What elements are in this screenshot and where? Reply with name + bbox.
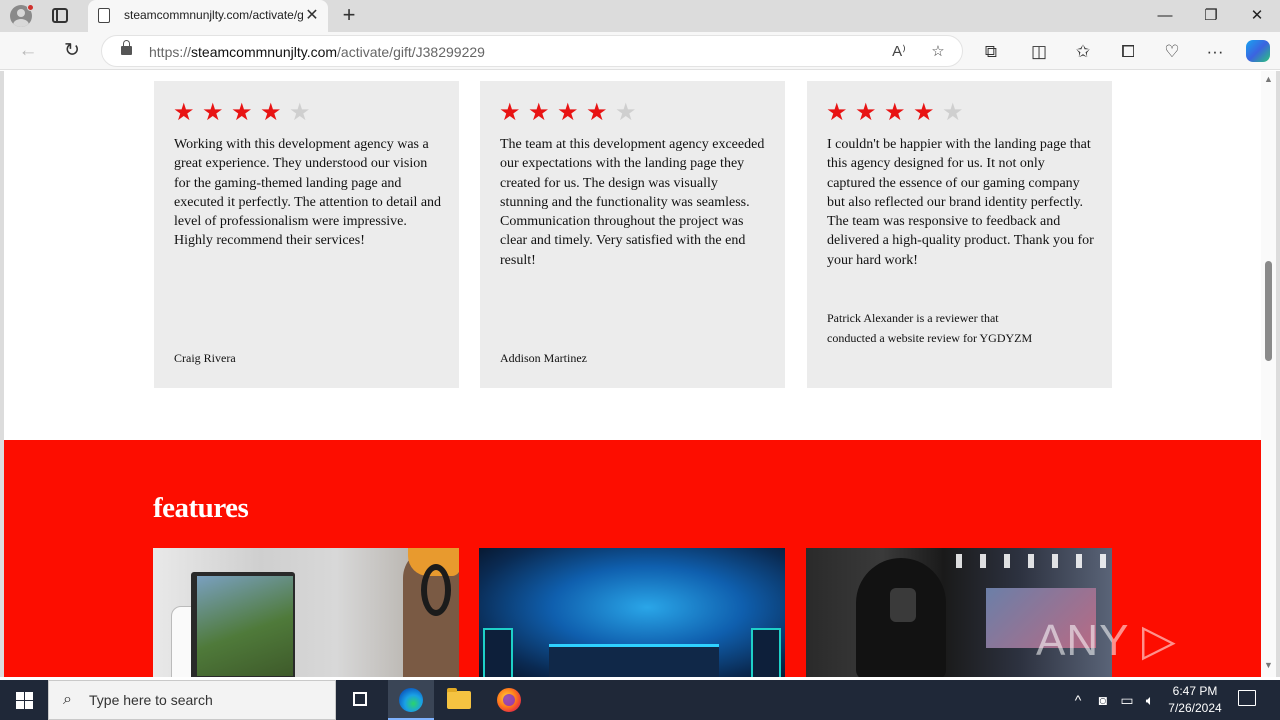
scrollbar-thumb[interactable] <box>1265 261 1272 361</box>
meet-icon[interactable]: ◙ <box>1094 690 1112 710</box>
clock-time: 6:47 PM <box>1172 684 1218 698</box>
copilot-icon[interactable] <box>1246 40 1270 62</box>
review-text: Working with this development agency was… <box>174 137 442 249</box>
reviewer-name: Addison Martinez <box>500 351 587 365</box>
tab-bar: steamcommnunjlty.com/activate/gift/J3829… <box>0 0 1280 32</box>
star-filled-icon: ★ <box>528 99 550 126</box>
volume-icon[interactable]: 🔈︎ <box>1141 690 1159 710</box>
page-viewport: ★ ★ ★ ★ ★ Working with this development agen… <box>4 71 1261 677</box>
star-rating: ★ ★ ★ ★ ★ <box>826 99 971 127</box>
collections-icon[interactable]: ⧠ <box>1115 39 1141 65</box>
page-icon <box>98 8 110 23</box>
tab-title: steamcommnunjlty.com/activate/gift/J3829… <box>124 8 304 22</box>
url-text[interactable]: https://steamcommnunjlty.com/activate/gi… <box>149 44 485 60</box>
minimize-button[interactable]: — <box>1142 0 1188 32</box>
url-path: /activate/gift/J38299229 <box>337 44 485 60</box>
reviews-section: ★ ★ ★ ★ ★ Working with this development agen… <box>4 71 1261 440</box>
star-rating: ★ ★ ★ ★ ★ <box>173 99 318 127</box>
restore-button[interactable]: ❐ <box>1188 0 1234 32</box>
star-filled-icon: ★ <box>855 99 877 126</box>
star-filled-icon: ★ <box>173 99 195 126</box>
scroll-up-icon[interactable]: ▲ <box>1264 75 1273 84</box>
star-filled-icon: ★ <box>231 99 253 126</box>
new-tab-button[interactable]: + <box>338 3 360 27</box>
star-filled-icon: ★ <box>586 99 608 126</box>
search-icon: ⌕ <box>63 691 72 708</box>
browser-essentials-icon[interactable]: ♡ <box>1159 39 1185 65</box>
more-icon[interactable]: ··· <box>1202 39 1228 65</box>
star-empty-icon: ★ <box>942 99 964 126</box>
url-host: steamcommnunjlty.com <box>191 44 338 60</box>
edge-icon[interactable] <box>388 680 434 720</box>
file-explorer-icon[interactable] <box>436 680 482 720</box>
favorite-star-icon[interactable]: ☆ <box>927 41 949 63</box>
taskbar-clock[interactable]: 6:47 PM 7/26/2024 <box>1162 683 1228 717</box>
url-scheme: https:// <box>149 44 192 60</box>
task-view-icon[interactable] <box>337 680 383 720</box>
read-aloud-icon[interactable]: A⁾ <box>888 41 910 63</box>
close-tab-icon[interactable]: ✕ <box>304 6 320 26</box>
star-filled-icon: ★ <box>499 99 521 126</box>
reviewer-name: Patrick Alexander is a reviewer that con… <box>827 311 1033 345</box>
star-filled-icon: ★ <box>826 99 848 126</box>
vertical-scrollbar[interactable]: ▲ ▼ <box>1261 71 1276 677</box>
star-rating: ★ ★ ★ ★ ★ <box>499 99 644 127</box>
review-card: ★ ★ ★ ★ ★ The team at this development agenc… <box>480 81 785 388</box>
network-icon[interactable]: ▭ <box>1118 690 1136 710</box>
taskbar-search-box[interactable]: ⌕ Type here to search <box>48 680 336 720</box>
review-card: ★ ★ ★ ★ ★ I couldn't be happier with the lan… <box>807 81 1112 388</box>
review-text: The team at this development agency exce… <box>500 137 765 268</box>
address-bar[interactable]: https://steamcommnunjlty.com/activate/gi… <box>101 35 963 67</box>
taskbar: ⌕ Type here to search ^ ◙ ▭ 🔈︎ 6:47 PM 7… <box>0 680 1280 720</box>
features-heading: features <box>153 492 249 524</box>
review-card: ★ ★ ★ ★ ★ Working with this development agen… <box>154 81 459 388</box>
lock-icon[interactable] <box>121 40 132 55</box>
star-filled-icon: ★ <box>884 99 906 126</box>
star-empty-icon: ★ <box>289 99 311 126</box>
star-filled-icon: ★ <box>260 99 282 126</box>
star-filled-icon: ★ <box>913 99 935 126</box>
firefox-icon[interactable] <box>486 680 532 720</box>
reviewer-name: Craig Rivera <box>174 351 236 365</box>
notifications-icon[interactable] <box>1238 690 1256 706</box>
star-filled-icon: ★ <box>557 99 579 126</box>
extensions-icon[interactable]: ⧉ <box>978 39 1004 65</box>
clock-date: 7/26/2024 <box>1168 701 1222 715</box>
anyrun-watermark: ANY ▷ RUN <box>1036 616 1177 720</box>
profile-notification-dot <box>27 4 34 11</box>
active-tab[interactable]: steamcommnunjlty.com/activate/gift/J3829… <box>88 0 328 32</box>
split-screen-icon[interactable]: ◫ <box>1026 39 1052 65</box>
star-empty-icon: ★ <box>615 99 637 126</box>
back-icon[interactable]: ← <box>14 37 42 65</box>
search-placeholder: Type here to search <box>89 692 213 708</box>
feature-image-arcade-room <box>479 548 785 677</box>
scroll-down-icon[interactable]: ▼ <box>1264 661 1273 670</box>
star-filled-icon: ★ <box>202 99 224 126</box>
close-window-button[interactable]: ✕ <box>1234 0 1280 32</box>
window-border-right <box>1276 71 1280 677</box>
feature-image-console-gamer <box>153 548 459 677</box>
browser-toolbar: ← ↻ https://steamcommnunjlty.com/activat… <box>0 32 1280 70</box>
refresh-icon[interactable]: ↻ <box>58 37 86 65</box>
favorites-icon[interactable]: ✩ <box>1070 39 1096 65</box>
windows-start-icon[interactable] <box>0 680 48 720</box>
tray-chevron-icon[interactable]: ^ <box>1069 690 1087 710</box>
review-text: I couldn't be happier with the landing p… <box>827 137 1094 268</box>
tab-actions-icon[interactable] <box>52 8 68 23</box>
